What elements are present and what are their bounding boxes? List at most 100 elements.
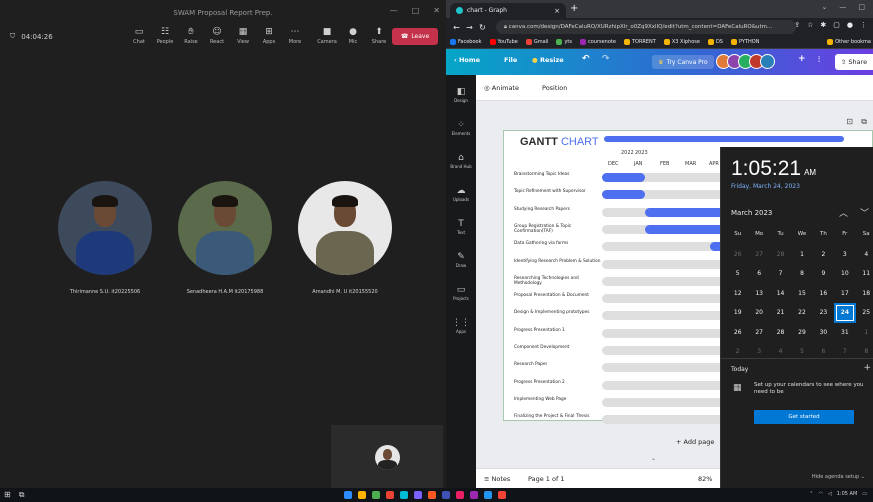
bookmark-star-icon[interactable]: ☆ — [807, 21, 813, 29]
hide-agenda-link[interactable]: Hide agenda setup ⌄ — [812, 474, 865, 480]
add-event-icon[interactable]: + — [863, 363, 871, 373]
calendar-day[interactable]: 16 — [813, 284, 834, 304]
task-bar[interactable] — [602, 173, 645, 182]
calendar-day[interactable]: 13 — [748, 284, 769, 304]
calendar-day[interactable]: 12 — [727, 284, 748, 304]
bookmark-item[interactable]: Gmail — [525, 39, 548, 45]
calendar-day[interactable]: 18 — [856, 284, 873, 304]
sidebar-item-projects[interactable]: ▭ Projects — [446, 285, 476, 301]
calendar-day[interactable]: 14 — [770, 284, 791, 304]
taskbar-app-icon[interactable] — [386, 491, 394, 499]
calendar-day[interactable]: 29 — [791, 323, 812, 343]
duplicate-page-icon[interactable]: ⧉ — [861, 117, 867, 127]
calendar-day[interactable]: 1 — [856, 323, 873, 343]
calendar-day[interactable]: 22 — [791, 303, 812, 323]
calendar-day[interactable]: 7 — [770, 264, 791, 284]
insights-icon[interactable]: ⫶ — [818, 55, 820, 65]
tool-mic-button[interactable]: ● Mic — [340, 26, 366, 45]
taskbar-app-icon[interactable] — [498, 491, 506, 499]
volume-icon[interactable]: ◁ — [828, 491, 832, 497]
self-video-tile[interactable] — [331, 425, 443, 488]
calendar-day[interactable]: 1 — [791, 245, 812, 265]
taskbar-app-icon[interactable] — [372, 491, 380, 499]
calendar-day[interactable]: 15 — [791, 284, 812, 304]
home-button[interactable]: ‹ Home — [454, 56, 480, 64]
add-page-button[interactable]: + Add page — [676, 438, 714, 446]
taskbar-app-icon[interactable] — [358, 491, 366, 499]
tool-chat-button[interactable]: ▭ Chat — [126, 26, 152, 45]
lock-page-icon[interactable]: ⊡ — [846, 117, 853, 126]
leave-button[interactable]: ☎ Leave — [392, 28, 438, 45]
bookmark-item[interactable]: YouTube — [489, 39, 518, 45]
tool-more-button[interactable]: ⋯ More — [282, 26, 308, 45]
close-tab-icon[interactable]: × — [554, 7, 560, 15]
calendar-day[interactable]: 2 — [813, 245, 834, 265]
calendar-day[interactable]: 20 — [748, 303, 769, 323]
calendar-day[interactable]: 30 — [813, 323, 834, 343]
task-bar[interactable] — [602, 190, 645, 200]
menu-icon[interactable]: ⋮ — [860, 21, 867, 29]
sidebar-item-design[interactable]: ◧ Design — [446, 87, 476, 103]
calendar-day[interactable]: 26 — [727, 245, 748, 265]
calendar-day[interactable]: 11 — [856, 264, 873, 284]
calendar-day[interactable]: 8 — [791, 264, 812, 284]
task-view-icon[interactable]: ⧉ — [19, 490, 25, 500]
participant-tile[interactable] — [178, 181, 272, 275]
try-canva-pro-button[interactable]: ♛ Try Canva Pro — [652, 55, 714, 69]
maximize-icon[interactable]: □ — [412, 6, 420, 15]
get-started-button[interactable]: Get started — [754, 410, 854, 424]
minimize-icon[interactable]: — — [839, 3, 846, 11]
new-tab-icon[interactable]: + — [570, 3, 578, 14]
taskbar-time[interactable]: 1:05 AM — [837, 491, 858, 497]
reload-icon[interactable]: ↻ — [476, 23, 489, 32]
calendar-day[interactable]: 5 — [727, 264, 748, 284]
tool-camera-button[interactable]: ■ Camera — [314, 26, 340, 45]
calendar-day[interactable]: 27 — [748, 245, 769, 265]
sidebar-item-text[interactable]: T Text — [446, 219, 476, 235]
calendar-day[interactable]: 9 — [813, 264, 834, 284]
chevron-up-icon[interactable]: ⌃ — [651, 458, 656, 465]
participant-tile[interactable] — [58, 181, 152, 275]
minimize-icon[interactable]: — — [390, 6, 398, 15]
bookmark-item[interactable]: PYTHON — [730, 39, 759, 45]
calendar-day[interactable]: 23 — [813, 303, 834, 323]
taskbar-app-icon[interactable] — [484, 491, 492, 499]
other-bookmarks[interactable]: Other bookma — [827, 39, 873, 45]
sidebar-item-draw[interactable]: ✎ Draw — [446, 252, 476, 268]
taskbar-app-icon[interactable] — [428, 491, 436, 499]
position-button[interactable]: Position — [542, 84, 567, 92]
maximize-icon[interactable]: □ — [858, 3, 865, 11]
tool-raise-button[interactable]: ✋︎ Raise — [178, 26, 204, 45]
sidebar-item-elements[interactable]: ⁘ Elements — [446, 120, 476, 136]
tab-chart[interactable]: chart - Graph × — [450, 3, 566, 18]
bookmark-item[interactable]: TORRENT — [623, 39, 656, 45]
calendar-day[interactable]: 6 — [748, 264, 769, 284]
sidebar-item-apps[interactable]: ⋮⋮ Apps — [446, 318, 476, 334]
address-bar[interactable]: 🔒︎ canva.com/design/DAFeCaluRO/XURzhipXl… — [496, 20, 796, 34]
tool-share-button[interactable]: ⬆ Share — [366, 26, 392, 45]
taskbar-app-icon[interactable] — [470, 491, 478, 499]
tool-view-button[interactable]: ▦ View — [230, 26, 256, 45]
bookmark-item[interactable]: Facebook — [450, 39, 482, 45]
chevron-down-icon[interactable]: ⌄ — [822, 3, 828, 11]
chevron-up-icon[interactable]: ︿ — [839, 206, 848, 219]
tool-apps-button[interactable]: ⊞ Apps — [256, 26, 282, 45]
taskbar-app-icon[interactable] — [344, 491, 352, 499]
bookmark-item[interactable]: yts — [556, 39, 572, 45]
calendar-day[interactable]: 25 — [856, 303, 873, 323]
extensions-icon[interactable]: ✱ — [820, 21, 826, 29]
animate-button[interactable]: ◎ Animate — [484, 84, 519, 92]
sidebar-item-brand-hub[interactable]: ⌂ Brand Hub — [446, 153, 476, 169]
calendar-day[interactable]: 17 — [834, 284, 855, 304]
notes-button[interactable]: ≡ Notes — [484, 475, 510, 483]
taskbar-app-icon[interactable] — [414, 491, 422, 499]
taskbar-app-icon[interactable] — [442, 491, 450, 499]
tray-chevron-up-icon[interactable]: ⌃ — [809, 491, 813, 497]
resize-button[interactable]: ● Resize — [532, 56, 564, 64]
undo-icon[interactable]: ↶ — [582, 54, 590, 64]
clock-date[interactable]: Friday, March 24, 2023 — [731, 183, 800, 190]
chevron-down-icon[interactable]: ﹀ — [860, 206, 869, 219]
add-collaborator-icon[interactable]: + — [798, 54, 806, 64]
calendar-day[interactable]: 21 — [770, 303, 791, 323]
calendar-day[interactable]: 28 — [770, 245, 791, 265]
